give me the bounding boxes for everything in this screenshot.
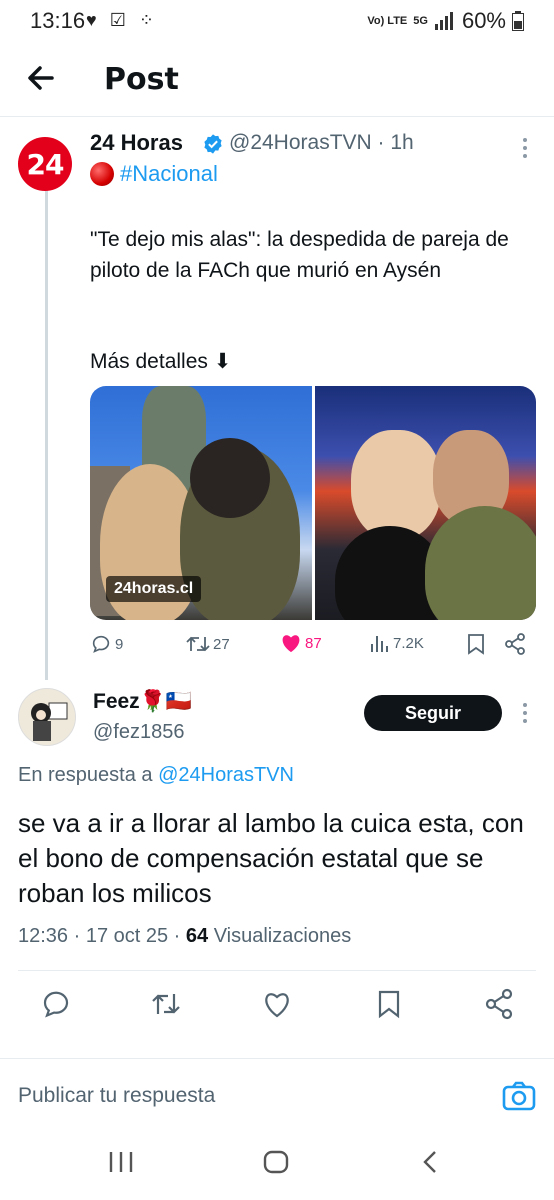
follow-button[interactable]: Seguir xyxy=(364,695,502,731)
share-icon[interactable] xyxy=(483,988,515,1020)
reply-icon xyxy=(92,635,110,653)
reply-views-label: Visualizaciones xyxy=(208,925,352,947)
bookmark-icon[interactable] xyxy=(373,988,405,1020)
media-source-label: 24horas.cl xyxy=(106,576,202,602)
signal-icon xyxy=(434,12,453,30)
reply-to-line: En respuesta a @24HorasTVN xyxy=(18,764,294,786)
tweet-actions: 9 27 87 7.2K xyxy=(90,633,536,663)
reply-icon[interactable] xyxy=(40,988,72,1020)
reply-count: 9 xyxy=(115,635,124,653)
avatar[interactable]: 24 xyxy=(18,137,72,191)
avatar-illustration xyxy=(19,689,75,745)
volte-indicator: Vo) LTE xyxy=(367,15,408,27)
home-icon[interactable] xyxy=(263,1150,289,1174)
page-title: Post xyxy=(104,62,179,97)
reply-author-name[interactable]: Feez🌹🇨🇱 xyxy=(93,690,192,714)
retweet-count: 27 xyxy=(213,635,230,653)
notification-icons: ♥ ☑ ⁘ xyxy=(86,10,158,30)
hashtag-link[interactable]: #Nacional xyxy=(120,161,218,187)
share-icon[interactable] xyxy=(504,633,526,655)
tweet-more-details: Más detalles ⬇ xyxy=(90,350,232,373)
status-time: 13:16 xyxy=(30,8,86,33)
tweet-handle[interactable]: @24HorasTVN xyxy=(229,131,372,154)
top-bar: Post xyxy=(0,44,554,117)
back-arrow-icon[interactable] xyxy=(22,58,62,98)
more-options-icon[interactable] xyxy=(522,136,528,160)
more-options-icon[interactable] xyxy=(522,701,528,725)
reply-timestamp[interactable]: 12:36 · 17 oct 25 · xyxy=(18,925,186,947)
battery-percent: 60% xyxy=(461,8,506,33)
views-count: 7.2K xyxy=(393,634,424,652)
recent-apps-icon[interactable] xyxy=(108,1150,134,1174)
reply-actions xyxy=(0,988,554,1024)
reply-handle[interactable]: @fez1856 xyxy=(93,721,184,744)
tweet-time: · 1h xyxy=(377,131,414,154)
person-silhouette xyxy=(190,438,270,518)
back-icon[interactable] xyxy=(420,1150,440,1174)
tweet-text: "Te dejo mis alas": la despedida de pare… xyxy=(90,228,509,282)
person-silhouette xyxy=(424,506,536,620)
reply-input[interactable]: Publicar tu respuesta xyxy=(18,1084,215,1108)
red-circle-icon xyxy=(90,162,114,186)
photo-couple-selfie[interactable] xyxy=(314,386,536,620)
reply-text: se va a ir a llorar al lambo la cuica es… xyxy=(18,808,524,908)
reply-button[interactable]: 9 xyxy=(90,633,123,655)
tweet-media[interactable]: 24horas.cl xyxy=(90,386,536,620)
camera-icon[interactable] xyxy=(502,1080,536,1112)
heart-filled-icon xyxy=(282,635,300,653)
reply-to-handle[interactable]: @24HorasTVN xyxy=(158,764,294,786)
tweet-author-name[interactable]: 24 Horas xyxy=(90,130,183,156)
retweet-icon xyxy=(186,636,210,652)
retweet-button[interactable]: 27 xyxy=(186,633,230,655)
system-nav-bar xyxy=(0,1124,554,1200)
like-count: 87 xyxy=(305,634,322,652)
person-silhouette xyxy=(350,430,441,540)
views-icon xyxy=(371,636,388,652)
retweet-icon[interactable] xyxy=(150,988,182,1020)
avatar[interactable] xyxy=(18,688,76,746)
bookmark-icon[interactable] xyxy=(466,633,486,655)
status-bar: 13:16 ♥ ☑ ⁘ Vo) LTE 5G 60% xyxy=(0,0,554,44)
reply-views-count: 64 xyxy=(185,925,209,947)
heart-icon[interactable] xyxy=(261,988,293,1020)
battery-icon xyxy=(512,11,524,31)
thread-line xyxy=(45,188,48,680)
reply-meta: 12:36 · 17 oct 25 · 64 Visualizaciones xyxy=(18,925,351,948)
network-indicator: 5G xyxy=(413,15,428,27)
verified-icon xyxy=(204,134,222,154)
like-button[interactable]: 87 xyxy=(280,633,322,653)
views-button[interactable]: 7.2K xyxy=(370,633,424,653)
photo-couple-kiss[interactable]: 24horas.cl xyxy=(90,386,312,620)
divider xyxy=(18,970,536,971)
